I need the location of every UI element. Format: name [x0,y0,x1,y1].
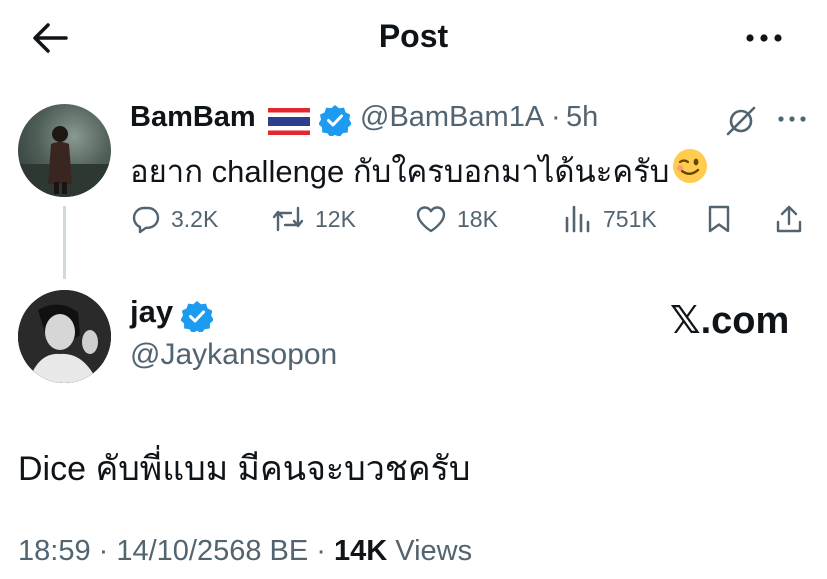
post-more-icon[interactable] [775,106,809,132]
separator-dot: · [551,101,561,133]
reply-button[interactable]: 3.2K [131,200,218,238]
x-com-watermark: 𝕏.com [670,300,790,342]
post-time[interactable]: 5h [566,101,598,134]
page-title: Post [378,18,449,54]
heart-icon [416,206,446,233]
author-name[interactable]: jay [130,294,173,330]
post-date[interactable]: 14/10/2568 BE [116,535,308,567]
bookmark-button[interactable] [704,200,734,238]
thread-line [63,206,66,279]
like-count: 18K [457,205,498,232]
verified-badge-icon[interactable] [318,104,352,138]
post-time[interactable]: 18:59 [18,535,91,567]
verified-badge-icon[interactable] [180,300,214,334]
author-name[interactable]: BamBam [130,101,256,134]
views-button[interactable]: 751K [563,200,657,238]
like-button[interactable]: 18K [415,200,498,238]
share-button[interactable] [774,200,804,238]
views-count: 751K [603,205,657,232]
repost-button[interactable]: 12K [271,200,356,238]
post-text: Dice คับพี่แบม มีคนจะบวชครับ [18,450,471,488]
more-options-icon[interactable] [744,20,784,56]
repost-count: 12K [315,205,356,232]
thailand-flag-icon [268,108,310,135]
separator-dot: · [90,535,117,567]
separator-dot: · [308,535,335,567]
grok-icon[interactable] [726,106,756,136]
reply-count: 3.2K [171,205,219,232]
views-chart-icon [565,205,590,233]
avatar[interactable] [18,104,111,197]
repost-icon [272,206,304,232]
avatar[interactable] [18,290,111,383]
bookmark-icon [708,205,730,233]
views-label: Views [387,535,473,567]
post-metadata: 18:59 · 14/10/2568 BE · 14K Views [18,535,472,568]
post-text: อยาก challenge กับใครบอกมาได้นะครับ [130,154,670,189]
author-handle[interactable]: @Jaykansopon [130,338,337,372]
views-count: 14K [334,535,388,567]
author-handle[interactable]: @BamBam1A [360,101,544,134]
reply-icon [132,206,160,234]
winking-face-emoji-icon [672,148,708,184]
share-icon [776,205,802,233]
